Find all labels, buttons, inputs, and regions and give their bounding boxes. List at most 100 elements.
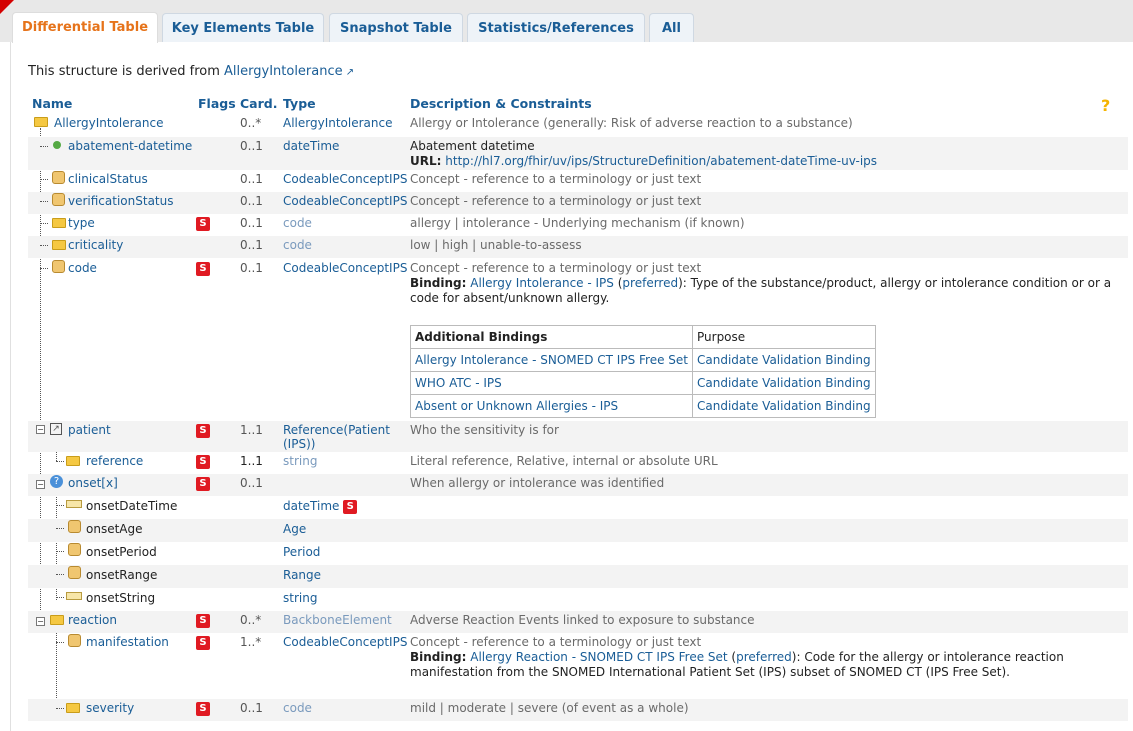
primitive-icon <box>66 500 82 508</box>
row-verificationstatus[interactable]: verificationStatus 0..1 CodeableConceptI… <box>28 192 1128 214</box>
type-link[interactable]: code <box>283 216 312 230</box>
row-abatement-datetime[interactable]: abatement-datetime 0..1 dateTime Abateme… <box>28 137 1128 170</box>
card-value: 0..1 <box>240 194 263 208</box>
description: Concept - reference to a terminology or … <box>410 194 702 208</box>
type-link[interactable]: dateTime <box>283 499 339 513</box>
card-value: 0..* <box>240 613 262 627</box>
must-support-badge: S <box>196 635 210 650</box>
element-name[interactable]: type <box>68 216 95 230</box>
binding-strength-link[interactable]: preferred <box>736 650 792 664</box>
element-name[interactable]: reference <box>86 454 143 468</box>
binding-strength-link[interactable]: preferred <box>622 276 678 290</box>
binding-purpose-link[interactable]: Candidate Validation Binding <box>697 353 871 367</box>
type-link[interactable]: Period <box>283 545 320 559</box>
card-value: 0..1 <box>240 476 263 490</box>
type-prefix: Reference( <box>283 423 349 437</box>
datatype-icon <box>52 193 65 206</box>
type-suffix: ) <box>310 437 316 451</box>
header-name: Name <box>32 96 73 111</box>
header-flags: Flags <box>198 96 236 111</box>
binding-link[interactable]: Allergy Intolerance - IPS <box>470 276 614 290</box>
element-name[interactable]: criticality <box>68 238 123 252</box>
binding-name-link[interactable]: Absent or Unknown Allergies - IPS <box>415 399 618 413</box>
tree-branch <box>40 245 48 246</box>
card-value: 0..1 <box>240 139 263 153</box>
card-value: 1..* <box>240 635 262 649</box>
tab-key-elements-table[interactable]: Key Elements Table <box>162 13 324 42</box>
type-link[interactable]: Range <box>283 568 321 582</box>
binding-purpose-link[interactable]: Candidate Validation Binding <box>697 376 871 390</box>
element-name[interactable]: severity <box>86 701 134 715</box>
type-link[interactable]: code <box>283 238 312 252</box>
row-manifestation[interactable]: manifestation S 1..* CodeableConceptIPS … <box>28 633 1128 697</box>
description: mild | moderate | severe (of event as a … <box>410 701 689 715</box>
element-name[interactable]: reaction <box>68 613 117 627</box>
collapse-toggle-icon[interactable]: − <box>36 617 45 626</box>
type-link[interactable]: dateTime <box>283 139 339 153</box>
primitive-icon <box>66 456 80 466</box>
element-name[interactable]: AllergyIntolerance <box>54 116 163 130</box>
datatype-icon <box>68 634 81 647</box>
tree-branch <box>40 268 48 269</box>
additional-bindings-table: Additional Bindings Purpose Allergy Into… <box>410 325 876 418</box>
type-link[interactable]: BackboneElement <box>283 613 392 627</box>
card-value: 0..1 <box>240 261 263 275</box>
card-value: 0..1 <box>240 216 263 230</box>
url-label: URL: <box>410 154 442 168</box>
type-link[interactable]: code <box>283 701 312 715</box>
binding-purpose-link[interactable]: Candidate Validation Binding <box>697 399 871 413</box>
corner-marker <box>0 0 14 14</box>
row-onsetage[interactable]: onsetAge Age <box>28 519 1128 542</box>
element-name[interactable]: abatement-datetime <box>68 139 192 153</box>
element-name: onsetDateTime <box>86 499 178 513</box>
url-link[interactable]: http://hl7.org/fhir/uv/ips/StructureDefi… <box>445 154 877 168</box>
type-link[interactable]: string <box>283 591 317 605</box>
row-type[interactable]: type S 0..1 code allergy | intolerance -… <box>28 214 1128 236</box>
element-name[interactable]: patient <box>68 423 111 437</box>
type-link[interactable]: CodeableConceptIPS <box>283 172 407 186</box>
tab-differential-table[interactable]: Differential Table <box>12 12 158 43</box>
tree-branch <box>56 642 64 643</box>
element-name[interactable]: manifestation <box>86 635 169 649</box>
element-name[interactable]: verificationStatus <box>68 194 174 208</box>
row-allergyintolerance[interactable]: AllergyIntolerance 0..* AllergyIntoleran… <box>28 115 1128 137</box>
row-clinicalstatus[interactable]: clinicalStatus 0..1 CodeableConceptIPS C… <box>28 170 1128 192</box>
primitive-icon <box>66 703 80 713</box>
tab-statistics-references[interactable]: Statistics/References <box>467 13 645 42</box>
must-support-badge: S <box>196 476 210 491</box>
type-link[interactable]: string <box>283 454 317 468</box>
element-name[interactable]: code <box>68 261 97 275</box>
row-reaction[interactable]: − reaction S 0..* BackboneElement Advers… <box>28 611 1128 633</box>
derived-prefix: This structure is derived from <box>28 64 225 79</box>
row-severity[interactable]: severity S 0..1 code mild | moderate | s… <box>28 699 1128 721</box>
type-link[interactable]: CodeableConceptIPS <box>283 635 407 649</box>
type-link[interactable]: Age <box>283 522 306 536</box>
bindings-header-purpose: Purpose <box>692 325 876 349</box>
row-onsetdatetime[interactable]: onsetDateTime dateTime S <box>28 496 1128 519</box>
row-onset[interactable]: − ? onset[x] S 0..1 When allergy or into… <box>28 474 1128 496</box>
card-value: 1..1 <box>240 423 263 437</box>
element-name: onsetPeriod <box>86 545 157 559</box>
tab-all[interactable]: All <box>649 13 694 42</box>
row-criticality[interactable]: criticality 0..1 code low | high | unabl… <box>28 236 1128 258</box>
type-link[interactable]: AllergyIntolerance <box>283 116 392 130</box>
binding-name-link[interactable]: WHO ATC - IPS <box>415 376 502 390</box>
row-patient[interactable]: − ↗ patient S 1..1 Reference(Patient (IP… <box>28 421 1128 452</box>
element-name[interactable]: clinicalStatus <box>68 172 148 186</box>
external-link-icon[interactable]: ↗ <box>343 67 354 78</box>
element-name[interactable]: onset[x] <box>68 476 118 490</box>
derived-link[interactable]: AllergyIntolerance <box>224 64 343 79</box>
collapse-toggle-icon[interactable]: − <box>36 425 45 434</box>
binding-link[interactable]: Allergy Reaction - SNOMED CT IPS Free Se… <box>470 650 727 664</box>
row-onsetstring[interactable]: onsetString string <box>28 588 1128 611</box>
tab-snapshot-table[interactable]: Snapshot Table <box>329 13 463 42</box>
row-onsetperiod[interactable]: onsetPeriod Period <box>28 542 1128 565</box>
type-link[interactable]: CodeableConceptIPS <box>283 194 407 208</box>
collapse-toggle-icon[interactable]: − <box>36 480 45 489</box>
binding-name-link[interactable]: Allergy Intolerance - SNOMED CT IPS Free… <box>415 353 688 367</box>
row-reference[interactable]: reference S 1..1 string Literal referenc… <box>28 452 1128 474</box>
must-support-badge: S <box>196 216 210 231</box>
row-onsetrange[interactable]: onsetRange Range <box>28 565 1128 588</box>
type-link[interactable]: CodeableConceptIPS <box>283 261 407 275</box>
description: Abatement datetime <box>410 139 535 153</box>
